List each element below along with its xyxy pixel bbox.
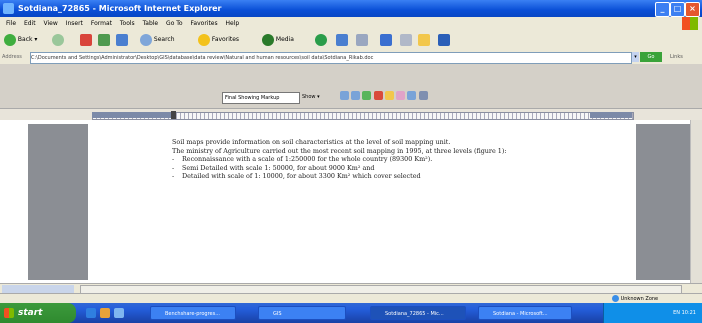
explorer-quicklaunch-icon[interactable]: [100, 308, 110, 318]
paragraph: The ministry of Agriculture carried out …: [172, 146, 507, 155]
menu-file[interactable]: File: [6, 20, 16, 27]
print-icon: [356, 33, 368, 46]
media-button[interactable]: Media: [262, 33, 294, 47]
search-button[interactable]: Search: [140, 33, 175, 47]
address-label: Address: [2, 54, 22, 60]
media-icon: [262, 33, 274, 46]
menu-favorites[interactable]: Favorites: [191, 20, 218, 27]
mail-icon: [336, 33, 348, 46]
back-arrow-icon: [4, 33, 16, 46]
menu-bar: File Edit View Insert Format Tools Table…: [0, 17, 702, 30]
accept-change-icon[interactable]: [362, 91, 372, 100]
vertical-scrollbar[interactable]: [690, 120, 702, 283]
search-icon: [140, 33, 152, 46]
reject-change-icon[interactable]: [373, 91, 383, 100]
close-button[interactable]: ×: [685, 2, 700, 17]
standard-toolbar: Back ▾ Search Favorites Media: [0, 30, 702, 51]
home-icon: [116, 33, 128, 46]
track-changes-icon[interactable]: [407, 91, 417, 100]
taskbar-item[interactable]: Benchshare-progres...: [150, 306, 236, 320]
print-button[interactable]: [356, 33, 368, 47]
refresh-button[interactable]: [98, 33, 110, 47]
taskbar: start Benchshare-progres... GIS Sotdiana…: [0, 303, 702, 323]
menu-format[interactable]: Format: [91, 20, 112, 27]
list-item: Semi Detailed with scale 1: 50000, for a…: [172, 164, 592, 173]
browser-window: Sotdiana_72865 - Microsoft Internet Expl…: [0, 0, 702, 323]
view-buttons[interactable]: [2, 285, 74, 293]
address-input[interactable]: C:\Documents and Settings\Administrator\…: [30, 52, 632, 64]
favorites-button[interactable]: Favorites: [198, 33, 239, 47]
history-icon: [315, 33, 327, 46]
list-item: Detailed with scale of 1: 10000, for abo…: [172, 172, 592, 181]
messenger-icon: [438, 33, 450, 46]
margin-right: [636, 124, 696, 280]
reviewing-pane-icon[interactable]: [418, 91, 428, 100]
edit-button[interactable]: [380, 33, 392, 47]
ie-icon: [3, 3, 14, 14]
back-button[interactable]: Back ▾: [4, 33, 37, 47]
next-change-icon[interactable]: [351, 91, 361, 100]
previous-change-icon[interactable]: [340, 91, 349, 100]
ie-quicklaunch-icon[interactable]: [86, 308, 96, 318]
menu-tools[interactable]: Tools: [120, 20, 135, 27]
discuss-icon: [400, 33, 412, 46]
menu-edit[interactable]: Edit: [24, 20, 36, 27]
address-dropdown-icon[interactable]: ▾: [632, 52, 639, 62]
edit-icon: [380, 33, 392, 46]
vertical-ruler: [0, 120, 17, 283]
menu-insert[interactable]: Insert: [66, 20, 83, 27]
menu-view[interactable]: View: [44, 20, 58, 27]
stop-button[interactable]: [80, 33, 92, 47]
messenger-button[interactable]: [438, 33, 450, 47]
menu-goto[interactable]: Go To: [166, 20, 183, 27]
reviewing-toolbar: [340, 91, 510, 103]
paragraph: Soil maps provide information on soil ch…: [172, 138, 451, 146]
show-button[interactable]: Show ▾: [302, 92, 320, 102]
discuss-button[interactable]: [400, 33, 412, 47]
taskbar-item[interactable]: Sotdiana - Microsoft...: [478, 306, 572, 320]
margin-left: [28, 124, 88, 280]
system-tray: EN 10:21: [603, 303, 702, 323]
windows-logo-icon: [682, 17, 698, 30]
links-button[interactable]: Links: [670, 50, 683, 64]
highlight-icon[interactable]: [396, 91, 406, 100]
indent-marker[interactable]: [171, 111, 176, 119]
menu-table[interactable]: Table: [143, 20, 159, 27]
history-button[interactable]: [315, 33, 327, 47]
go-button[interactable]: Go: [640, 52, 662, 62]
start-button[interactable]: start: [0, 303, 76, 323]
document-page[interactable]: Soil maps provide information on soil ch…: [172, 138, 592, 283]
taskbar-item[interactable]: GIS: [258, 306, 346, 320]
forward-arrow-icon: [52, 33, 64, 46]
globe-icon: [612, 295, 619, 302]
menu-help[interactable]: Help: [226, 20, 240, 27]
markup-select[interactable]: Final Showing Markup: [222, 92, 300, 104]
folder-button[interactable]: [418, 33, 430, 47]
desktop-quicklaunch-icon[interactable]: [114, 308, 124, 318]
address-bar: Address C:\Documents and Settings\Admini…: [0, 50, 702, 64]
forward-button[interactable]: [52, 33, 64, 47]
refresh-icon: [98, 33, 110, 46]
mail-button[interactable]: [336, 33, 348, 47]
list-item: Reconnaissance with a scale of 1:250000 …: [172, 155, 592, 164]
maximize-button[interactable]: □: [670, 2, 685, 17]
minimize-button[interactable]: _: [655, 2, 670, 17]
window-title: Sotdiana_72865 - Microsoft Internet Expl…: [18, 4, 222, 13]
insert-comment-icon[interactable]: [384, 91, 394, 100]
star-icon: [198, 33, 210, 46]
taskbar-item[interactable]: Sotdiana_72865 - Mic...: [370, 306, 466, 320]
home-button[interactable]: [116, 33, 128, 47]
stop-icon: [80, 33, 92, 46]
folder-icon: [418, 33, 430, 46]
title-bar[interactable]: Sotdiana_72865 - Microsoft Internet Expl…: [0, 0, 702, 17]
